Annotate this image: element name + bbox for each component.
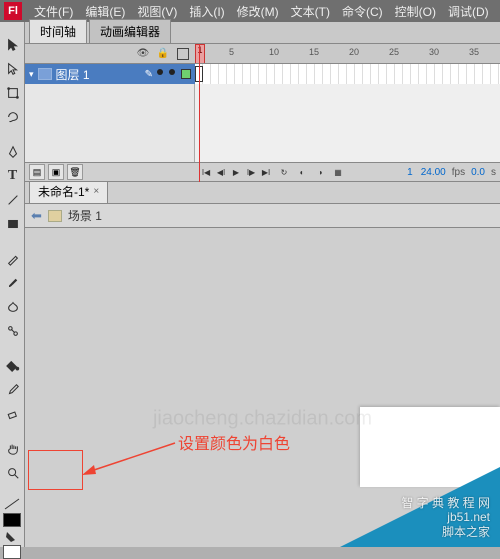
stroke-color-swatch[interactable] <box>2 497 22 527</box>
watermark-text: 智 字 典 教 程 网 jb51.net 脚本之家 <box>401 496 490 539</box>
document-tabs: 未命名-1* × <box>25 182 500 204</box>
lock-column-icon[interactable]: 🔒 <box>157 48 169 60</box>
goto-last-button[interactable]: ▶I <box>259 165 273 179</box>
ruler-tick: 35 <box>469 47 479 57</box>
elapsed-label: s <box>491 167 496 178</box>
menu-insert[interactable]: 插入(I) <box>183 3 230 20</box>
hand-tool[interactable] <box>1 437 24 460</box>
layer-visible-dot[interactable] <box>157 69 163 75</box>
play-button[interactable]: ▶ <box>229 165 243 179</box>
selection-tool[interactable] <box>1 33 24 56</box>
elapsed-value: 0.0 <box>469 167 487 178</box>
goto-first-button[interactable]: I◀ <box>199 165 213 179</box>
layer-lock-dot[interactable] <box>169 69 175 75</box>
new-layer-button[interactable]: ▤ <box>29 164 45 180</box>
line-tool[interactable] <box>1 188 24 211</box>
scene-name-label[interactable]: 场景 1 <box>68 207 102 224</box>
menu-debug[interactable]: 调试(D) <box>442 3 495 20</box>
fill-color-swatch[interactable] <box>2 529 22 559</box>
tab-motion-editor[interactable]: 动画编辑器 <box>89 19 171 43</box>
ruler-tick: 10 <box>269 47 279 57</box>
ruler-tick: 15 <box>309 47 319 57</box>
step-forward-button[interactable]: I▶ <box>244 165 258 179</box>
outline-column-icon[interactable] <box>177 48 189 60</box>
menu-modify[interactable]: 修改(M) <box>231 3 285 20</box>
eyedropper-tool[interactable] <box>1 378 24 401</box>
tab-timeline[interactable]: 时间轴 <box>29 19 87 43</box>
menu-text[interactable]: 文本(T) <box>285 3 336 20</box>
menu-edit[interactable]: 编辑(E) <box>79 3 131 20</box>
fps-label: fps <box>452 167 465 178</box>
edit-bar: ⬅ 场景 1 <box>25 204 500 228</box>
ruler-tick: 25 <box>389 47 399 57</box>
frame-ruler[interactable]: 1 5 10 15 20 25 30 35 <box>195 44 500 63</box>
timeline-footer: ▤ ▣ 🗑 I◀ ◀I ▶ I▶ ▶I ↻ ◐ ◑ ▦ 1 24.00 <box>25 162 500 182</box>
onion-skin-button[interactable]: ◐ <box>295 165 309 179</box>
deco-tool[interactable] <box>1 295 24 318</box>
layer-type-icon <box>38 68 52 80</box>
layer-outline-swatch[interactable] <box>181 69 191 79</box>
step-back-button[interactable]: ◀I <box>214 165 228 179</box>
paint-bucket-tool[interactable] <box>1 354 24 377</box>
document-tab[interactable]: 未命名-1* × <box>29 179 108 203</box>
edit-multiple-frames-button[interactable]: ▦ <box>331 165 345 179</box>
pencil-tool[interactable] <box>1 247 24 270</box>
layer-row[interactable]: ▾ 图层 1 ✎ <box>25 64 500 84</box>
layer-active-icon: ✎ <box>145 69 153 80</box>
timeline-header: 👁 🔒 1 5 10 15 20 25 30 35 <box>25 44 500 64</box>
app-logo: Fl <box>4 2 22 20</box>
onion-skin-outlines-button[interactable]: ◑ <box>313 165 327 179</box>
delete-layer-button[interactable]: 🗑 <box>67 164 83 180</box>
free-transform-tool[interactable] <box>1 81 24 104</box>
subselection-tool[interactable] <box>1 57 24 80</box>
timeline-layers-area <box>25 84 500 162</box>
menu-control[interactable]: 控制(O) <box>389 3 442 20</box>
current-frame-value[interactable]: 1 <box>405 167 415 178</box>
timeline-panel-tabs: 时间轴 动画编辑器 <box>25 22 500 44</box>
menu-file[interactable]: 文件(F) <box>28 3 79 20</box>
brush-tool[interactable] <box>1 271 24 294</box>
ruler-tick: 20 <box>349 47 359 57</box>
loop-button[interactable]: ↻ <box>277 165 291 179</box>
annotation-highlight-box <box>28 450 83 490</box>
visibility-column-icon[interactable]: 👁 <box>137 48 149 60</box>
pen-tool[interactable] <box>1 140 24 163</box>
watermark-faint: jiaocheng.chazidian.com <box>153 408 372 431</box>
zoom-tool[interactable] <box>1 461 24 484</box>
eraser-tool[interactable] <box>1 402 24 425</box>
tools-panel: T <box>0 22 25 547</box>
document-tab-label: 未命名-1* <box>38 183 89 200</box>
playhead-line <box>199 44 200 182</box>
menu-view[interactable]: 视图(V) <box>131 3 183 20</box>
scene-icon <box>48 210 62 222</box>
menu-commands[interactable]: 命令(C) <box>336 3 389 20</box>
playhead-marker[interactable]: 1 <box>195 44 205 63</box>
fps-value[interactable]: 24.00 <box>419 167 448 178</box>
bone-tool[interactable] <box>1 319 24 342</box>
layer-name-label[interactable]: 图层 1 <box>56 66 141 83</box>
frame-cells[interactable] <box>195 64 500 84</box>
layer-expand-icon[interactable]: ▾ <box>29 69 34 80</box>
document-tab-close-icon[interactable]: × <box>93 186 99 197</box>
ruler-tick: 5 <box>229 47 234 57</box>
new-folder-button[interactable]: ▣ <box>48 164 64 180</box>
back-arrow-icon[interactable]: ⬅ <box>31 208 42 224</box>
playback-controls: I◀ ◀I ▶ I▶ ▶I <box>199 165 273 179</box>
annotation-text: 设置颜色为白色 <box>178 430 290 454</box>
text-tool[interactable]: T <box>1 164 24 187</box>
stage-area[interactable]: jiaocheng.chazidian.com 智 字 典 教 程 网 jb51… <box>25 228 500 547</box>
rectangle-tool[interactable] <box>1 212 24 235</box>
ruler-tick: 30 <box>429 47 439 57</box>
lasso-tool[interactable] <box>1 105 24 128</box>
